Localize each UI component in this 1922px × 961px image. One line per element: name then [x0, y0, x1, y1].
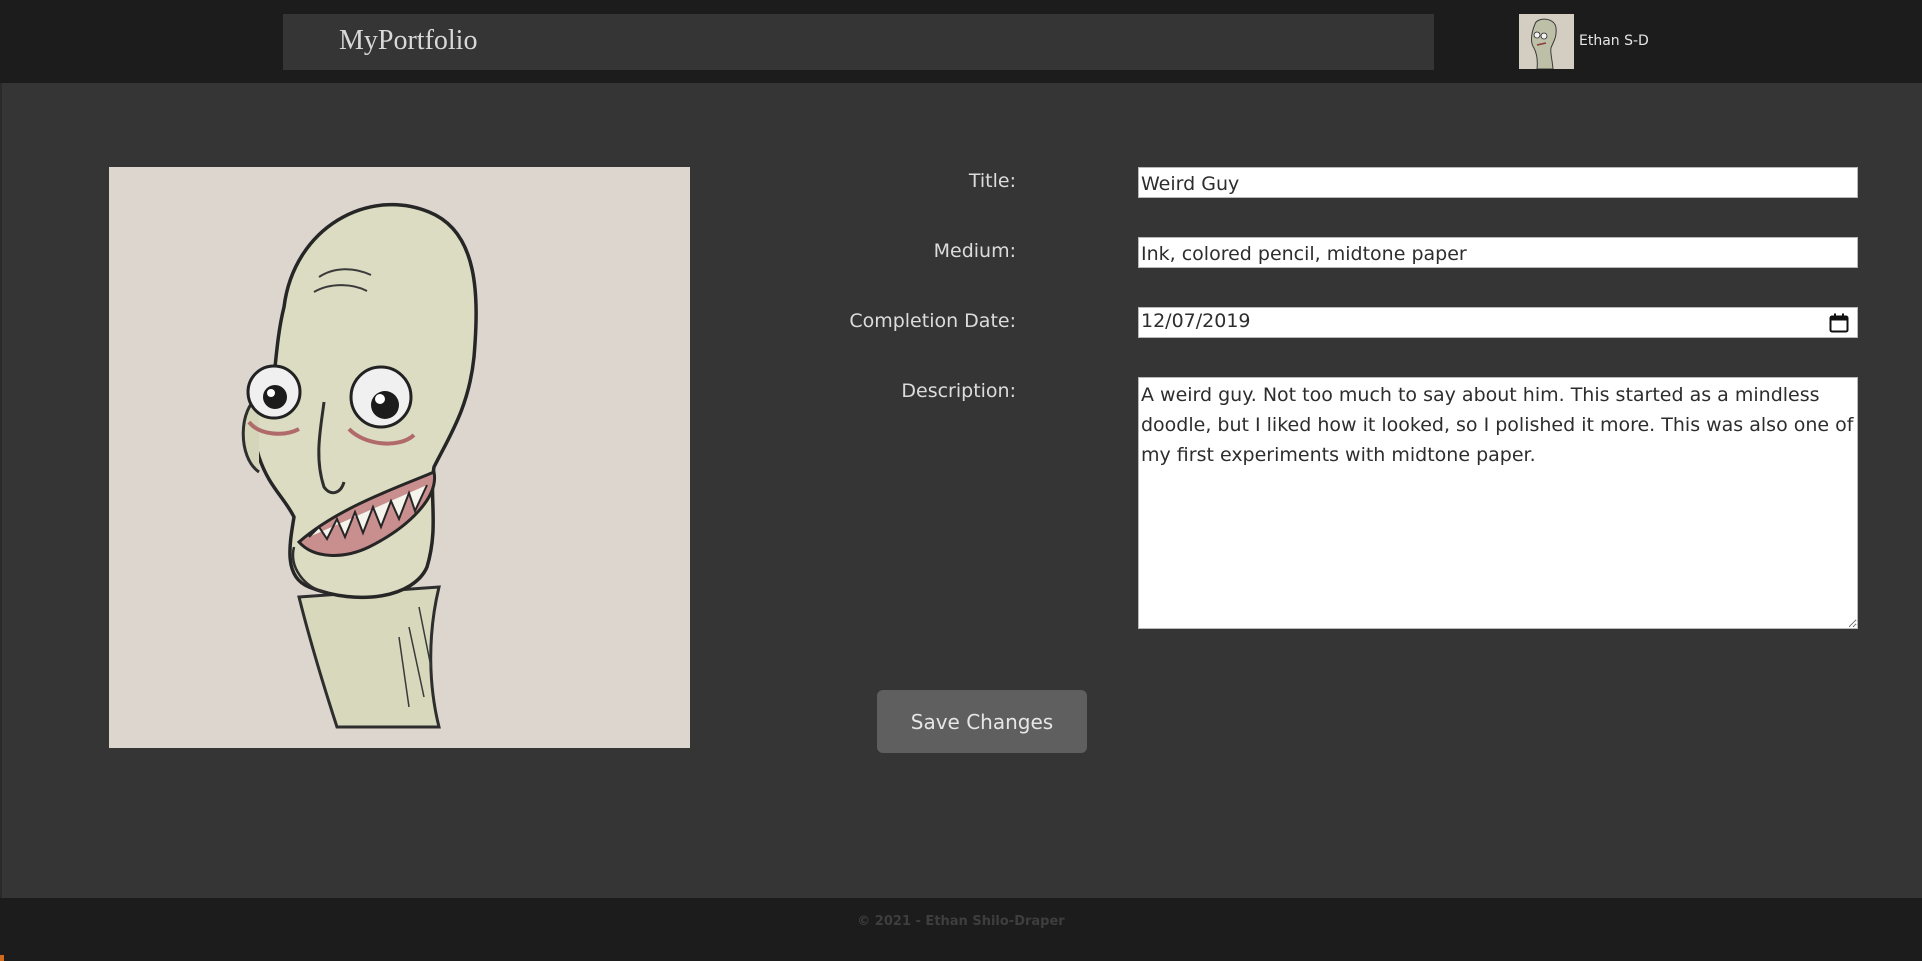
completion-date-label: Completion Date: — [849, 310, 1016, 332]
corner-accent — [0, 955, 4, 961]
page-edge — [0, 0, 2, 961]
brand-link[interactable]: MyPortfolio — [339, 24, 477, 58]
copyright-text: © 2021 - Ethan Shilo-Draper — [857, 914, 1065, 929]
weird-guy-sketch-icon — [109, 167, 690, 748]
completion-date-input[interactable]: 12/07/2019 — [1138, 307, 1858, 338]
top-navbar: MyPortfolio Ethan S-D — [0, 0, 1922, 83]
user-name[interactable]: Ethan S-D — [1579, 33, 1649, 49]
save-changes-button[interactable]: Save Changes — [877, 690, 1087, 753]
user-menu[interactable]: Ethan S-D — [1519, 13, 1649, 69]
medium-label: Medium: — [933, 240, 1016, 262]
avatar[interactable] — [1519, 13, 1574, 69]
description-textarea[interactable]: A weird guy. Not too much to say about h… — [1138, 377, 1858, 629]
title-label: Title: — [968, 170, 1016, 192]
artwork-image — [109, 167, 690, 748]
description-label: Description: — [901, 380, 1016, 402]
title-input[interactable] — [1138, 167, 1858, 198]
brand-bar: MyPortfolio — [283, 14, 1434, 70]
completion-date-value: 12/07/2019 — [1141, 310, 1251, 332]
medium-input[interactable] — [1138, 237, 1858, 268]
calendar-icon[interactable] — [1829, 313, 1849, 333]
footer: © 2021 - Ethan Shilo-Draper — [0, 898, 1922, 961]
